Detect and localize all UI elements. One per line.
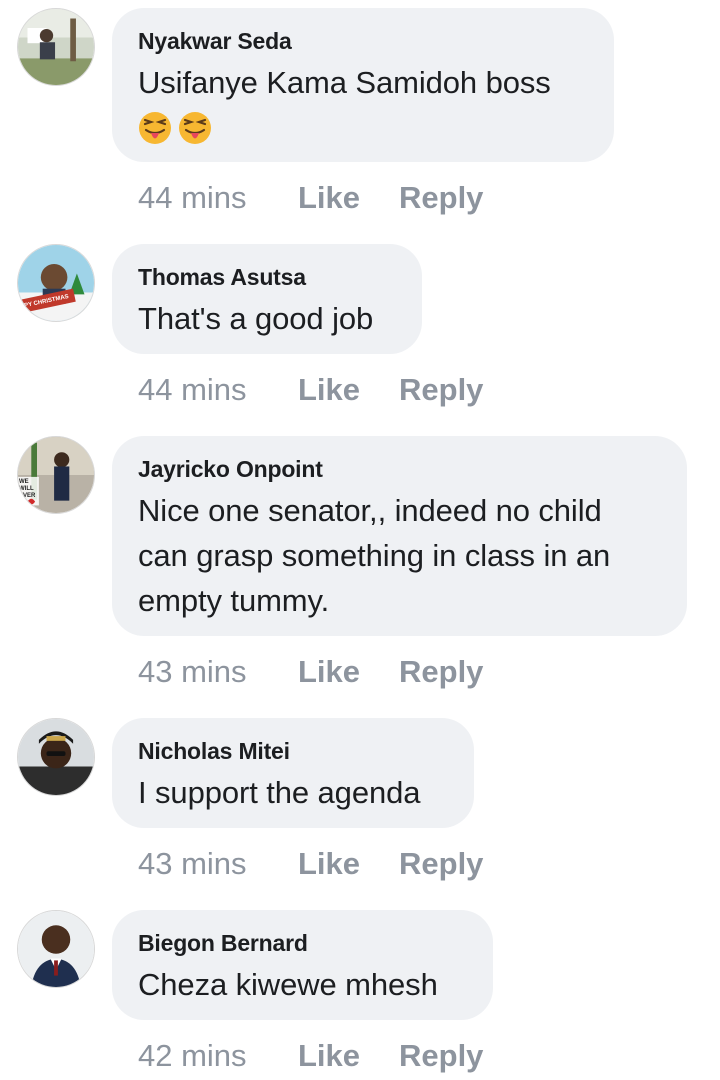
comment-text: Usifanye Kama Samidoh boss bbox=[138, 65, 551, 100]
avatar-photo bbox=[18, 245, 94, 321]
comment-bubble: Biegon Bernard Cheza kiwewe mhesh bbox=[112, 910, 493, 1020]
comment-text: That's a good job bbox=[138, 301, 374, 336]
avatar[interactable]: PPY CHRISTMAS bbox=[17, 244, 95, 322]
avatar-photo bbox=[18, 437, 94, 513]
avatar-photo bbox=[18, 911, 94, 987]
comment-bubble: Nyakwar Seda Usifanye Kama Samidoh boss bbox=[112, 8, 614, 162]
comment-text-line: can grasp something in class in an bbox=[138, 538, 611, 573]
avatar-photo bbox=[18, 9, 94, 85]
comment-text: Cheza kiwewe mhesh bbox=[138, 967, 438, 1002]
like-button[interactable]: Like bbox=[298, 370, 360, 410]
avatar[interactable] bbox=[17, 910, 95, 988]
comment-bubble: Nicholas Mitei I support the agenda bbox=[112, 718, 474, 828]
comment-author[interactable]: Biegon Bernard bbox=[138, 928, 467, 958]
comment-text: I support the agenda bbox=[138, 775, 421, 810]
comment-timestamp: 44 mins bbox=[138, 372, 247, 407]
reply-button[interactable]: Reply bbox=[399, 1036, 483, 1076]
comment-timestamp: 44 mins bbox=[138, 180, 247, 215]
comment-text-line: empty tummy. bbox=[138, 583, 330, 618]
reply-button[interactable]: Reply bbox=[399, 178, 483, 218]
avatar-photo bbox=[18, 719, 94, 795]
reply-button[interactable]: Reply bbox=[399, 370, 483, 410]
comment-author[interactable]: Nicholas Mitei bbox=[138, 736, 448, 766]
emoji-row bbox=[138, 105, 588, 151]
comment-timestamp: 43 mins bbox=[138, 846, 247, 881]
avatar[interactable] bbox=[17, 8, 95, 86]
comment-author[interactable]: Jayricko Onpoint bbox=[138, 454, 661, 484]
avatar-caption: WE WILL EVER bbox=[19, 479, 36, 499]
comment-bubble: Thomas Asutsa That's a good job bbox=[112, 244, 422, 354]
like-button[interactable]: Like bbox=[298, 1036, 360, 1076]
like-button[interactable]: Like bbox=[298, 844, 360, 884]
reply-button[interactable]: Reply bbox=[399, 652, 483, 692]
winking-face-with-tongue-icon bbox=[179, 112, 211, 144]
comment-author[interactable]: Thomas Asutsa bbox=[138, 262, 396, 292]
comment-bubble: Jayricko Onpoint Nice one senator,, inde… bbox=[112, 436, 687, 636]
like-button[interactable]: Like bbox=[298, 652, 360, 692]
comment-timestamp: 42 mins bbox=[138, 1038, 247, 1073]
avatar[interactable]: WE WILL EVER bbox=[17, 436, 95, 514]
comment-text-line: Nice one senator,, indeed no child bbox=[138, 493, 602, 528]
avatar[interactable] bbox=[17, 718, 95, 796]
like-button[interactable]: Like bbox=[298, 178, 360, 218]
winking-face-with-tongue-icon bbox=[139, 112, 171, 144]
comment-timestamp: 43 mins bbox=[138, 654, 247, 689]
comment-author[interactable]: Nyakwar Seda bbox=[138, 26, 588, 56]
comment-text: Nice one senator,, indeed no child can g… bbox=[138, 488, 661, 623]
reply-button[interactable]: Reply bbox=[399, 844, 483, 884]
